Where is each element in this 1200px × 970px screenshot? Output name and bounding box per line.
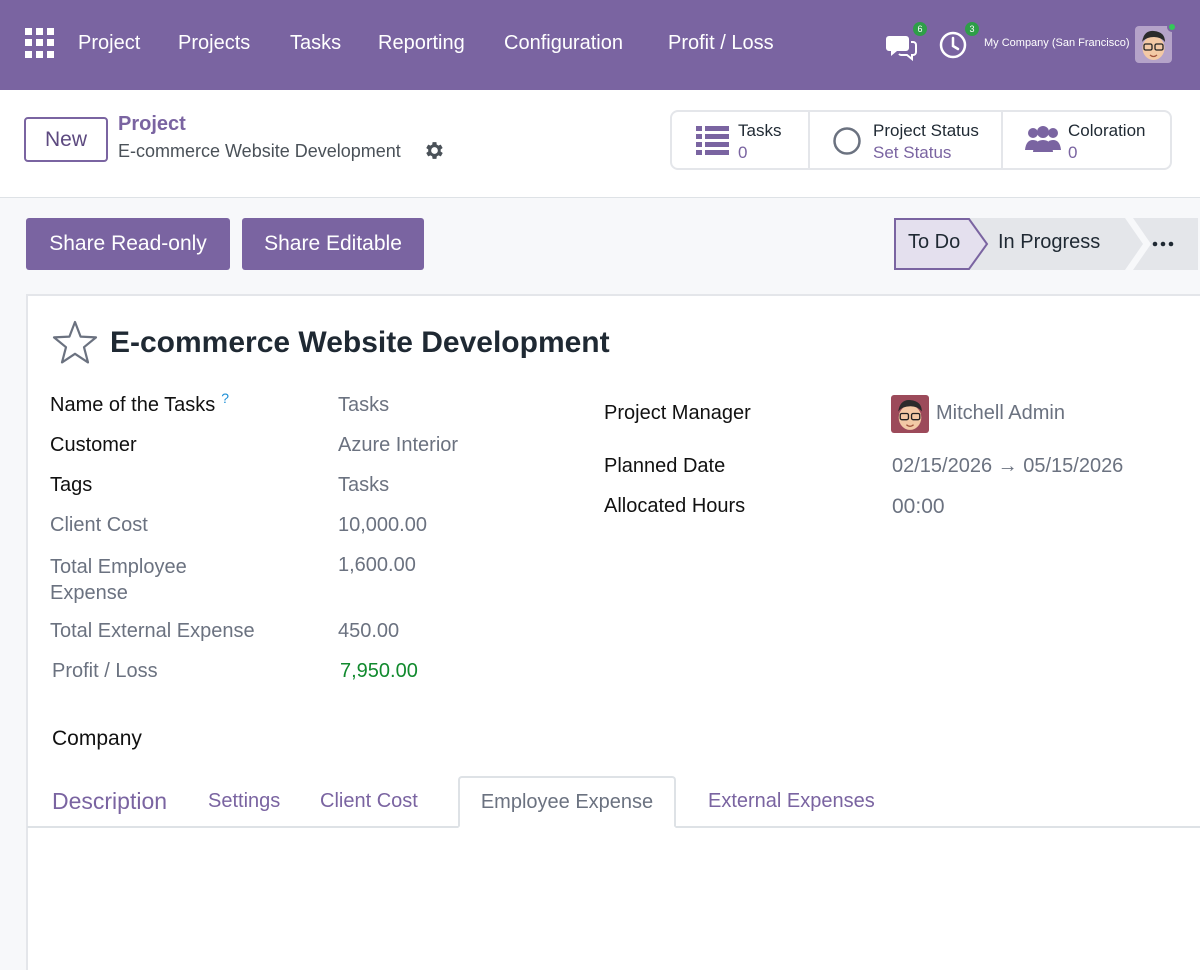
profit-loss-value: 7,950.00 <box>340 660 418 682</box>
help-tooltip-icon[interactable]: ? <box>221 390 229 406</box>
gear-icon[interactable] <box>423 139 446 162</box>
field-label-task-name: Name of the Tasks? <box>50 390 229 417</box>
project-manager-value[interactable]: Mitchell Admin <box>936 402 1065 425</box>
stage-in-progress[interactable]: In Progress <box>998 231 1100 254</box>
tab-client-cost[interactable]: Client Cost <box>320 790 418 813</box>
field-label-customer: Customer <box>50 434 137 456</box>
tags-value[interactable]: Tasks <box>338 474 389 497</box>
stage-todo[interactable]: To Do <box>908 231 960 254</box>
more-stages-icon[interactable] <box>1149 234 1179 254</box>
customer-value[interactable]: Azure Interior <box>338 434 458 457</box>
breadcrumb-current: E-commerce Website Development <box>118 141 401 161</box>
tasks-smart-button[interactable]: Tasks 0 <box>672 112 808 168</box>
field-label-allocated-hours: Allocated Hours <box>604 495 746 517</box>
nav-profit-loss[interactable]: Profit / Loss <box>668 30 774 56</box>
nav-reporting[interactable]: Reporting <box>378 30 465 56</box>
breadcrumb-parent[interactable]: Project <box>118 113 186 136</box>
top-navbar: Project Projects Tasks Reporting Configu… <box>0 0 1200 90</box>
total-external-expense-value: 450.00 <box>338 620 400 642</box>
activity-badge: 3 <box>965 22 979 36</box>
total-employee-expense-value: 1,600.00 <box>338 554 416 576</box>
new-button[interactable]: New <box>24 117 108 162</box>
company-switcher[interactable]: My Company (San Francisco) <box>984 37 1130 49</box>
field-label-company: Company <box>52 727 142 750</box>
project-status-value: Set Status <box>873 143 952 162</box>
smart-buttons: Tasks 0 Project Status Set Status Colora… <box>670 110 1172 170</box>
tab-settings[interactable]: Settings <box>208 790 280 813</box>
project-status-label: Project Status <box>873 121 979 140</box>
field-label-total-external-expense: Total External Expense <box>50 620 255 642</box>
field-label-profit-loss: Profit / Loss <box>52 660 158 682</box>
field-label-text: Name of the Tasks <box>50 394 216 416</box>
tab-external-expenses[interactable]: External Expenses <box>708 790 875 813</box>
stage-statusbar: To Do In Progress <box>893 218 1198 270</box>
share-editable-button[interactable]: Share Editable <box>242 218 424 270</box>
coloration-smart-button[interactable]: Coloration 0 <box>1003 112 1172 168</box>
share-readonly-button[interactable]: Share Read-only <box>26 218 230 270</box>
list-icon <box>696 125 730 160</box>
chat-icon[interactable]: 6 <box>885 22 927 62</box>
allocated-hours-value[interactable]: 00:00 <box>892 495 945 519</box>
field-label-project-manager: Project Manager <box>604 402 751 424</box>
users-icon <box>1025 124 1061 159</box>
tasks-stat-label: Tasks <box>738 121 782 140</box>
user-avatar[interactable] <box>1135 26 1172 63</box>
planned-date-value[interactable]: 02/15/2026 → 05/15/2026 <box>892 455 1123 478</box>
record-title[interactable]: E-commerce Website Development <box>110 326 610 360</box>
project-status-button[interactable]: Project Status Set Status <box>810 112 1001 168</box>
tab-employee-expense[interactable]: Employee Expense <box>458 776 676 828</box>
field-label-tags: Tags <box>50 474 93 496</box>
client-cost-value: 10,000.00 <box>338 514 427 536</box>
field-label-client-cost: Client Cost <box>50 514 148 536</box>
manager-avatar <box>891 395 929 433</box>
field-label-total-employee-expense: Total Employee Expense <box>50 556 187 604</box>
coloration-stat-value: 0 <box>1068 143 1078 162</box>
circle-status-icon <box>832 126 862 161</box>
online-status-dot <box>1167 22 1177 32</box>
tasks-stat-value: 0 <box>738 143 748 162</box>
favorite-star-icon[interactable] <box>51 319 99 367</box>
nav-projects[interactable]: Projects <box>178 30 250 56</box>
coloration-stat-label: Coloration <box>1068 121 1146 140</box>
field-label-planned-date: Planned Date <box>604 455 726 477</box>
nav-configuration[interactable]: Configuration <box>504 30 623 56</box>
tab-description[interactable]: Description <box>52 788 167 815</box>
app-menu-icon[interactable] <box>25 28 55 58</box>
task-name-value[interactable]: Tasks <box>338 394 389 417</box>
chat-badge: 6 <box>913 22 927 36</box>
activity-clock-icon[interactable]: 3 <box>937 22 979 62</box>
nav-tasks[interactable]: Tasks <box>290 30 341 56</box>
nav-project[interactable]: Project <box>78 30 140 56</box>
